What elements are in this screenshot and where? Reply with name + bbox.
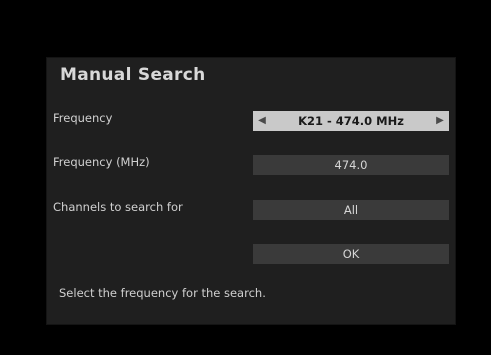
frequency-selector[interactable]: ◀ K21 - 474.0 MHz ▶ [253,111,449,131]
frequency-mhz-field[interactable]: 474.0 [253,155,449,175]
arrow-left-icon[interactable]: ◀ [255,111,269,131]
frequency-label: Frequency [53,111,113,125]
ok-button[interactable]: OK [253,244,449,264]
arrow-right-icon[interactable]: ▶ [433,111,447,131]
frequency-value: K21 - 474.0 MHz [298,114,404,128]
frequency-mhz-label: Frequency (MHz) [53,155,150,169]
ok-button-label: OK [342,247,360,261]
frequency-mhz-value: 474.0 [334,158,368,172]
manual-search-dialog: Manual Search Frequency ◀ K21 - 474.0 MH… [46,57,456,325]
channels-label: Channels to search for [53,200,183,214]
dialog-title: Manual Search [60,65,206,85]
channels-selector[interactable]: All [253,200,449,220]
tv-screen: Manual Search Frequency ◀ K21 - 474.0 MH… [0,0,491,355]
hint-text: Select the frequency for the search. [59,286,266,300]
channels-value: All [343,203,359,217]
